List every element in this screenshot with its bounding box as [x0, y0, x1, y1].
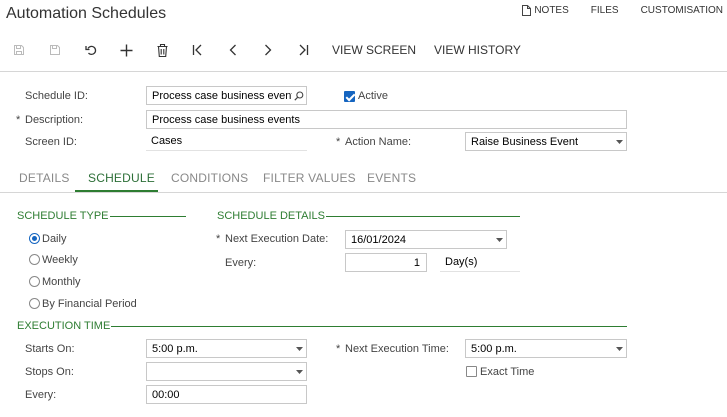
required-mark: *	[336, 136, 341, 148]
next-execution-date-picker[interactable]: 16/01/2024	[345, 230, 507, 249]
financial-period-label: By Financial Period	[42, 298, 137, 310]
customisation-link[interactable]: CUSTOMISATION	[641, 5, 723, 16]
daily-label: Daily	[42, 233, 67, 245]
next-execution-time-value: 5:00 p.m.	[471, 342, 517, 355]
last-button[interactable]	[294, 36, 312, 64]
stops-on-select[interactable]	[146, 362, 307, 381]
delete-button[interactable]	[153, 36, 171, 64]
delete-icon	[157, 43, 167, 57]
daily-radio[interactable]	[29, 233, 40, 244]
description-label: Description:	[25, 114, 84, 126]
chevron-down-icon	[492, 237, 506, 242]
action-name-value: Raise Business Event	[471, 135, 578, 148]
toolbar: VIEW SCREEN VIEW HISTORY	[0, 36, 727, 64]
schedule-id-value: Process case business events	[152, 89, 292, 102]
section-divider	[111, 326, 627, 327]
starts-on-value: 5:00 p.m.	[152, 342, 198, 355]
every-label: Every:	[225, 257, 257, 269]
chevron-down-icon	[612, 139, 626, 144]
every-days-input[interactable]: 1	[345, 253, 427, 272]
schedule-type-heading: SCHEDULE TYPE	[17, 210, 109, 222]
active-checkbox[interactable]	[344, 91, 355, 102]
next-icon	[265, 44, 272, 56]
save-button[interactable]	[10, 36, 28, 64]
next-execution-date-value: 16/01/2024	[351, 233, 407, 246]
save-close-button[interactable]	[46, 36, 64, 64]
tab-events[interactable]: EVENTS	[367, 171, 416, 185]
next-execution-time-select[interactable]: 5:00 p.m.	[465, 339, 627, 358]
note-icon	[522, 4, 532, 16]
view-history-button[interactable]: VIEW HISTORY	[434, 36, 521, 64]
files-label: FILES	[590, 4, 619, 16]
save-close-icon	[50, 45, 60, 55]
starts-on-select[interactable]: 5:00 p.m.	[146, 339, 307, 358]
required-mark: *	[216, 233, 221, 245]
monthly-radio[interactable]	[29, 276, 40, 287]
monthly-label: Monthly	[42, 276, 81, 288]
view-screen-button[interactable]: VIEW SCREEN	[332, 36, 416, 64]
description-value: Process case business events	[152, 113, 300, 126]
exact-time-checkbox[interactable]	[466, 366, 477, 377]
undo-icon	[84, 45, 96, 56]
toolbar-divider	[0, 71, 727, 72]
required-mark: *	[336, 343, 341, 355]
first-icon	[192, 44, 201, 56]
chevron-down-icon	[292, 346, 306, 351]
weekly-radio[interactable]	[29, 254, 40, 265]
chevron-down-icon	[292, 369, 306, 374]
files-link[interactable]: FILES	[591, 5, 619, 16]
screen-id-value: Cases	[146, 132, 307, 151]
tab-schedule[interactable]: SCHEDULE	[88, 171, 155, 185]
save-icon	[14, 45, 24, 55]
required-mark: *	[16, 114, 21, 126]
next-execution-date-label: Next Execution Date:	[225, 233, 329, 245]
tab-details[interactable]: DETAILS	[19, 171, 70, 185]
customisation-label: CUSTOMISATION	[640, 4, 723, 16]
top-links: NOTES FILES CUSTOMISATION	[522, 3, 727, 17]
schedule-id-label: Schedule ID:	[25, 90, 88, 102]
previous-icon	[229, 44, 236, 56]
weekly-label: Weekly	[42, 254, 78, 266]
add-button[interactable]	[117, 36, 135, 64]
next-execution-time-label: Next Execution Time:	[345, 343, 449, 355]
add-icon	[120, 44, 132, 56]
every-unit: Day(s)	[440, 253, 520, 272]
notes-link[interactable]: NOTES	[522, 4, 569, 16]
stops-on-label: Stops On:	[25, 366, 74, 378]
first-button[interactable]	[188, 36, 206, 64]
action-name-select[interactable]: Raise Business Event	[465, 132, 627, 151]
screen-id-label: Screen ID:	[25, 136, 77, 148]
schedule-id-field[interactable]: Process case business events	[146, 86, 307, 105]
notes-label: NOTES	[534, 4, 569, 16]
last-icon	[299, 44, 308, 56]
section-divider	[110, 216, 186, 217]
undo-button[interactable]	[82, 36, 100, 64]
tabs-divider	[0, 192, 727, 193]
every-time-label: Every:	[25, 389, 57, 401]
search-icon[interactable]	[292, 90, 306, 101]
tab-conditions[interactable]: CONDITIONS	[171, 171, 248, 185]
every-days-value: 1	[413, 256, 420, 269]
every-time-input[interactable]: 00:00	[146, 385, 307, 404]
schedule-details-heading: SCHEDULE DETAILS	[217, 210, 325, 222]
page-title: Automation Schedules	[6, 5, 167, 22]
every-time-value: 00:00	[152, 388, 180, 401]
next-button[interactable]	[259, 36, 277, 64]
section-divider	[326, 216, 520, 217]
description-field[interactable]: Process case business events	[146, 110, 627, 129]
starts-on-label: Starts On:	[25, 343, 75, 355]
previous-button[interactable]	[224, 36, 242, 64]
financial-period-radio[interactable]	[29, 298, 40, 309]
execution-time-heading: EXECUTION TIME	[17, 320, 111, 332]
chevron-down-icon	[612, 346, 626, 351]
active-label: Active	[358, 90, 388, 102]
tab-filter-values[interactable]: FILTER VALUES	[263, 171, 356, 185]
action-name-label: Action Name:	[345, 136, 412, 148]
exact-time-label: Exact Time	[480, 366, 535, 378]
